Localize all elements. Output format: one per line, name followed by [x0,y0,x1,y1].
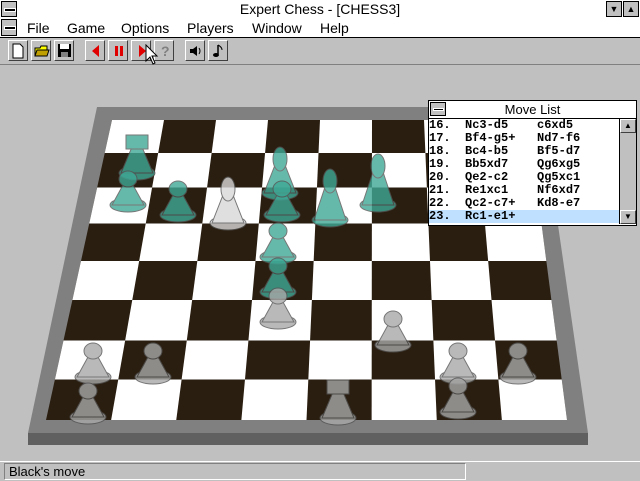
move-list-system-menu-icon[interactable] [430,102,446,116]
sound-button[interactable] [185,40,205,61]
window-title: Expert Chess - [CHESS3] [239,1,401,17]
board-square-light[interactable] [111,379,182,421]
open-file-button[interactable] [31,40,51,61]
open-folder-icon [34,45,50,57]
scroll-down-icon[interactable]: ▼ [620,210,636,224]
move-list-scrollbar[interactable]: ▲ ▼ [619,119,636,224]
sound-speaker-icon [190,46,201,56]
board-square-light[interactable] [192,261,256,300]
hint-question-icon: ? [161,43,170,59]
board-square-light[interactable] [241,379,309,421]
document-system-menu-icon[interactable] [1,19,17,36]
board-square-light[interactable] [484,223,547,262]
music-button[interactable] [208,40,228,61]
pause-icon [115,46,123,56]
board-square-light[interactable] [211,120,268,153]
move-list-window[interactable]: Move List 16. Nc3-d5 c6xd5 17. Bf4-g5+ N… [428,100,637,226]
menu-options[interactable]: Options [121,20,169,36]
scroll-up-icon[interactable]: ▲ [620,119,636,133]
status-text: Black's move [4,463,466,480]
board-square-light[interactable] [72,261,140,300]
svg-text:?: ? [161,43,170,59]
menu-file[interactable]: File [27,20,50,36]
board-frame-edge [28,433,588,445]
move-list-title: Move List [429,101,636,119]
save-button[interactable] [54,40,74,61]
board-square-light[interactable] [181,340,249,380]
maximize-button[interactable]: ▲ [623,1,639,17]
new-file-icon [12,43,24,59]
board-square-light[interactable] [491,300,557,341]
status-bar: Black's move [0,461,640,481]
back-arrow-icon [92,45,99,57]
board-square-light[interactable] [498,379,567,421]
menu-players[interactable]: Players [187,20,234,36]
menu-window[interactable]: Window [252,20,302,36]
new-file-button[interactable] [8,40,28,61]
menu-bar: File Game Options Players Window Help [0,19,640,38]
board-square-light[interactable] [311,261,372,300]
mouse-cursor-icon [145,44,159,65]
back-button[interactable] [85,40,105,61]
board-square-light[interactable] [371,379,437,421]
toolbar: ? [0,38,640,65]
minimize-button[interactable]: ▼ [606,1,622,17]
board-square-light[interactable] [371,223,430,262]
save-disk-icon [58,44,71,57]
title-bar[interactable]: Expert Chess - [CHESS3] ▼ ▲ [0,0,640,20]
pause-button[interactable] [108,40,128,61]
menu-game[interactable]: Game [67,20,105,36]
move-list-body: 16. Nc3-d5 c6xd5 17. Bf4-g5+ Nd7-f6 18. … [429,119,619,224]
menu-help[interactable]: Help [320,20,349,36]
board-square-light[interactable] [308,340,372,380]
board-square-light[interactable] [429,261,492,300]
music-note-icon [213,44,223,57]
move-row-selected[interactable]: 23. Rc1-e1+ [429,210,619,223]
board-square-light[interactable] [139,223,203,262]
board-square-light[interactable] [318,120,372,153]
board-square-light[interactable] [125,300,193,341]
